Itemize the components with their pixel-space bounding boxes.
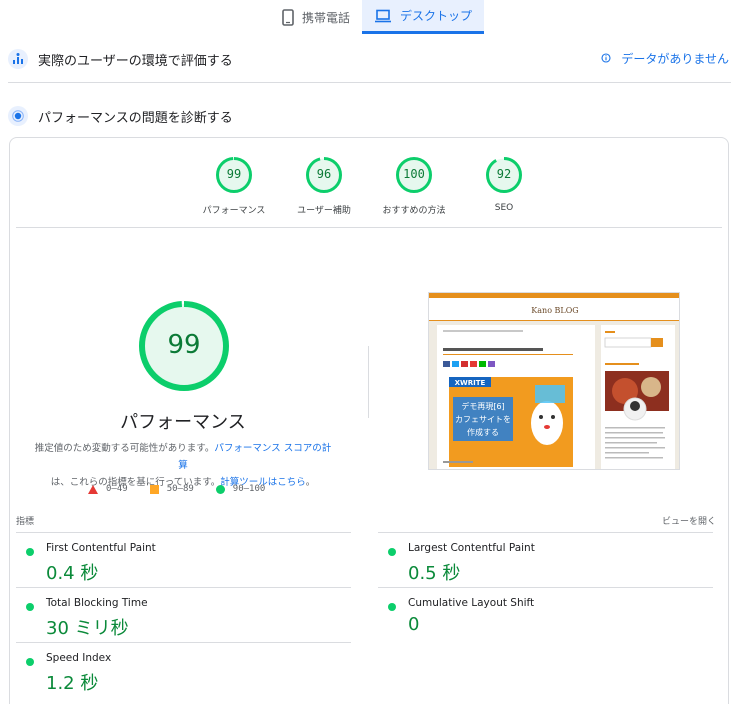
thumb-site-title: Kano BLOG xyxy=(531,306,578,315)
metric-tbt: Total Blocking Time 30 ミリ秒 xyxy=(16,587,351,642)
gauge-value: 92 xyxy=(496,167,512,181)
gauge-label: SEO xyxy=(494,203,514,213)
diagnose-title: パフォーマンスの問題を診断する xyxy=(38,110,233,126)
legend-fail-label: 0–49 xyxy=(106,484,128,494)
gauge-label: おすすめの方法 xyxy=(382,206,446,216)
legend-pass-label: 90–100 xyxy=(232,484,266,494)
gauge-value: 96 xyxy=(316,167,332,181)
lab-flask-icon xyxy=(8,106,28,126)
thumb-xwrite-label: XWRITE xyxy=(455,379,486,387)
metric-label: Cumulative Layout Shift xyxy=(408,597,535,609)
info-icon xyxy=(601,52,611,66)
metric-label: Largest Contentful Paint xyxy=(408,542,535,554)
gauge-label: パフォーマンス xyxy=(202,206,266,216)
expand-view-button[interactable]: ビューを開く xyxy=(662,514,716,527)
metrics-header: 指標 ビューを開く xyxy=(16,514,716,527)
performance-score-value: 99 xyxy=(167,330,201,360)
lab-results-card: 99 パフォーマンス 96 ユーザー補助 100 おすすめの方法 92 SEO xyxy=(9,137,729,704)
pass-circle-icon xyxy=(215,484,225,494)
diagnose-header: パフォーマンスの問題を診断する xyxy=(8,101,731,131)
field-data-title: 実際のユーザーの環境で評価する xyxy=(38,53,233,69)
desc-text-3: 。 xyxy=(305,477,316,488)
gauge-value: 99 xyxy=(226,167,242,181)
legend-average-label: 50–89 xyxy=(166,484,194,494)
users-chart-icon xyxy=(8,49,28,69)
tab-desktop-label: デスクトップ xyxy=(400,9,473,23)
metric-value: 1.2 秒 xyxy=(46,673,99,694)
gauge-performance[interactable]: 99 パフォーマンス xyxy=(189,156,279,216)
tab-mobile[interactable]: 携帯電話 xyxy=(270,0,362,34)
pass-circle-icon xyxy=(26,548,34,556)
category-gauges: 99 パフォーマンス 96 ユーザー補助 100 おすすめの方法 92 SEO xyxy=(10,156,728,218)
average-square-icon xyxy=(149,484,159,494)
performance-title: パフォーマンス xyxy=(120,412,246,433)
final-screenshot-thumbnail[interactable]: Kano BLOG XWRITE デモ再現[6] カフェサイトを 作成する xyxy=(428,292,680,470)
vertical-separator xyxy=(368,346,369,418)
legend-pass: 90–100 xyxy=(215,484,266,494)
metric-lcp: Largest Contentful Paint 0.5 秒 xyxy=(378,532,713,587)
card-divider xyxy=(16,227,722,228)
no-data-label: データがありません xyxy=(621,52,729,66)
gauge-label: ユーザー補助 xyxy=(297,206,351,216)
metric-value: 0.4 秒 xyxy=(46,563,99,584)
pass-circle-icon xyxy=(26,603,34,611)
gauge-best-practices[interactable]: 100 おすすめの方法 xyxy=(369,156,459,216)
metric-label: Total Blocking Time xyxy=(46,597,148,609)
tab-desktop[interactable]: デスクトップ xyxy=(362,0,485,34)
metric-value: 0 xyxy=(408,614,420,635)
fail-triangle-icon xyxy=(88,484,98,494)
metric-value: 30 ミリ秒 xyxy=(46,618,129,639)
desc-text-1: 推定値のため変動する可能性があります。 xyxy=(34,443,215,454)
thumb-banner-line3: 作成する xyxy=(467,427,499,437)
pass-circle-icon xyxy=(26,658,34,666)
gauge-ring: 92 xyxy=(485,156,523,194)
no-data-notice[interactable]: データがありません xyxy=(601,50,729,67)
phone-icon xyxy=(282,8,294,26)
gauge-ring: 96 xyxy=(305,156,343,194)
thumb-banner-line2: カフェサイトを xyxy=(455,415,511,424)
section-divider xyxy=(8,82,731,83)
legend-fail: 0–49 xyxy=(88,484,128,494)
thumb-banner-line1: デモ再現[6] xyxy=(461,401,504,411)
metric-label: First Contentful Paint xyxy=(46,542,156,554)
legend-average: 50–89 xyxy=(149,484,194,494)
pass-circle-icon xyxy=(388,603,396,611)
form-factor-tabs: 携帯電話 デスクトップ xyxy=(270,0,485,34)
gauge-seo[interactable]: 92 SEO xyxy=(459,156,549,213)
gauge-ring: 99 xyxy=(215,156,253,194)
metric-cls: Cumulative Layout Shift 0 xyxy=(378,587,713,642)
pass-circle-icon xyxy=(388,548,396,556)
tab-mobile-label: 携帯電話 xyxy=(302,10,351,25)
metrics-title: 指標 xyxy=(16,517,35,527)
gauge-value: 100 xyxy=(403,167,425,181)
metric-label: Speed Index xyxy=(46,652,112,664)
screenshot-illustration: Kano BLOG XWRITE デモ再現[6] カフェサイトを 作成する xyxy=(429,293,679,469)
metric-speed-index: Speed Index 1.2 秒 xyxy=(16,642,351,697)
metric-value: 0.5 秒 xyxy=(408,563,461,584)
gauge-accessibility[interactable]: 96 ユーザー補助 xyxy=(279,156,369,216)
laptop-icon xyxy=(374,9,392,23)
score-legend: 0–49 50–89 90–100 xyxy=(88,484,265,494)
metric-fcp: First Contentful Paint 0.4 秒 xyxy=(16,532,351,587)
gauge-ring: 100 xyxy=(395,156,433,194)
performance-score-gauge: 99 xyxy=(138,300,230,392)
